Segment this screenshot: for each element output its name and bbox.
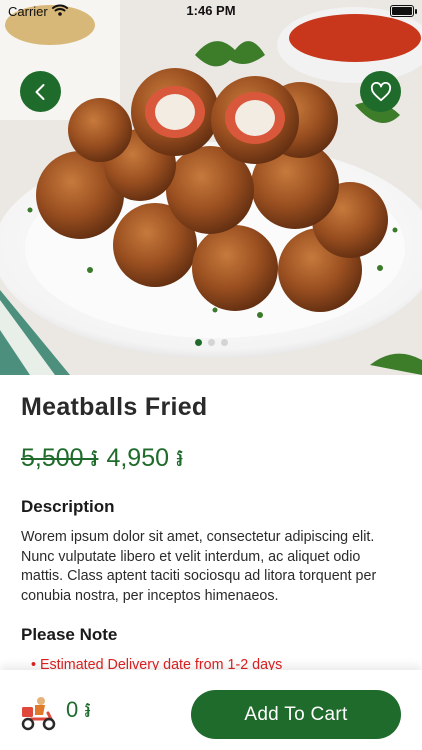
carousel-dot-active[interactable] bbox=[194, 339, 202, 346]
add-to-cart-button[interactable]: Add To Cart bbox=[191, 690, 401, 739]
favorite-button[interactable] bbox=[360, 71, 401, 112]
note-heading: Please Note bbox=[21, 625, 118, 644]
product-title: Meatballs Fried bbox=[21, 393, 208, 421]
battery-icon bbox=[390, 5, 414, 17]
price-row: 5,500 ៛ 4,950 ៛ bbox=[21, 443, 184, 479]
description-heading: Description bbox=[21, 497, 115, 516]
cart-total: 0 ៛ bbox=[66, 697, 92, 722]
carousel-dot[interactable] bbox=[207, 339, 215, 346]
meatballs-photo bbox=[0, 0, 422, 375]
status-time: 1:46 PM bbox=[186, 3, 236, 18]
description-text: Worem ipsum dolor sit amet, consectetur … bbox=[21, 529, 377, 604]
delivery-scooter-icon[interactable] bbox=[19, 695, 57, 731]
back-button[interactable] bbox=[20, 71, 61, 112]
carousel-dots bbox=[0, 339, 422, 346]
carousel-dot[interactable] bbox=[220, 339, 228, 346]
status-bar: Carrier 1:46 PM bbox=[0, 0, 422, 22]
original-price: 5,500 ៛ bbox=[21, 444, 99, 472]
discounted-price: 4,950 ៛ bbox=[106, 444, 184, 472]
chevron-left-icon bbox=[35, 83, 44, 100]
product-image-carousel[interactable]: Carrier 1:46 PM bbox=[0, 0, 422, 375]
heart-icon bbox=[370, 81, 391, 101]
bottom-cart-bar: 0 ៛ Add To Cart bbox=[0, 670, 422, 750]
battery-cap bbox=[415, 9, 417, 14]
